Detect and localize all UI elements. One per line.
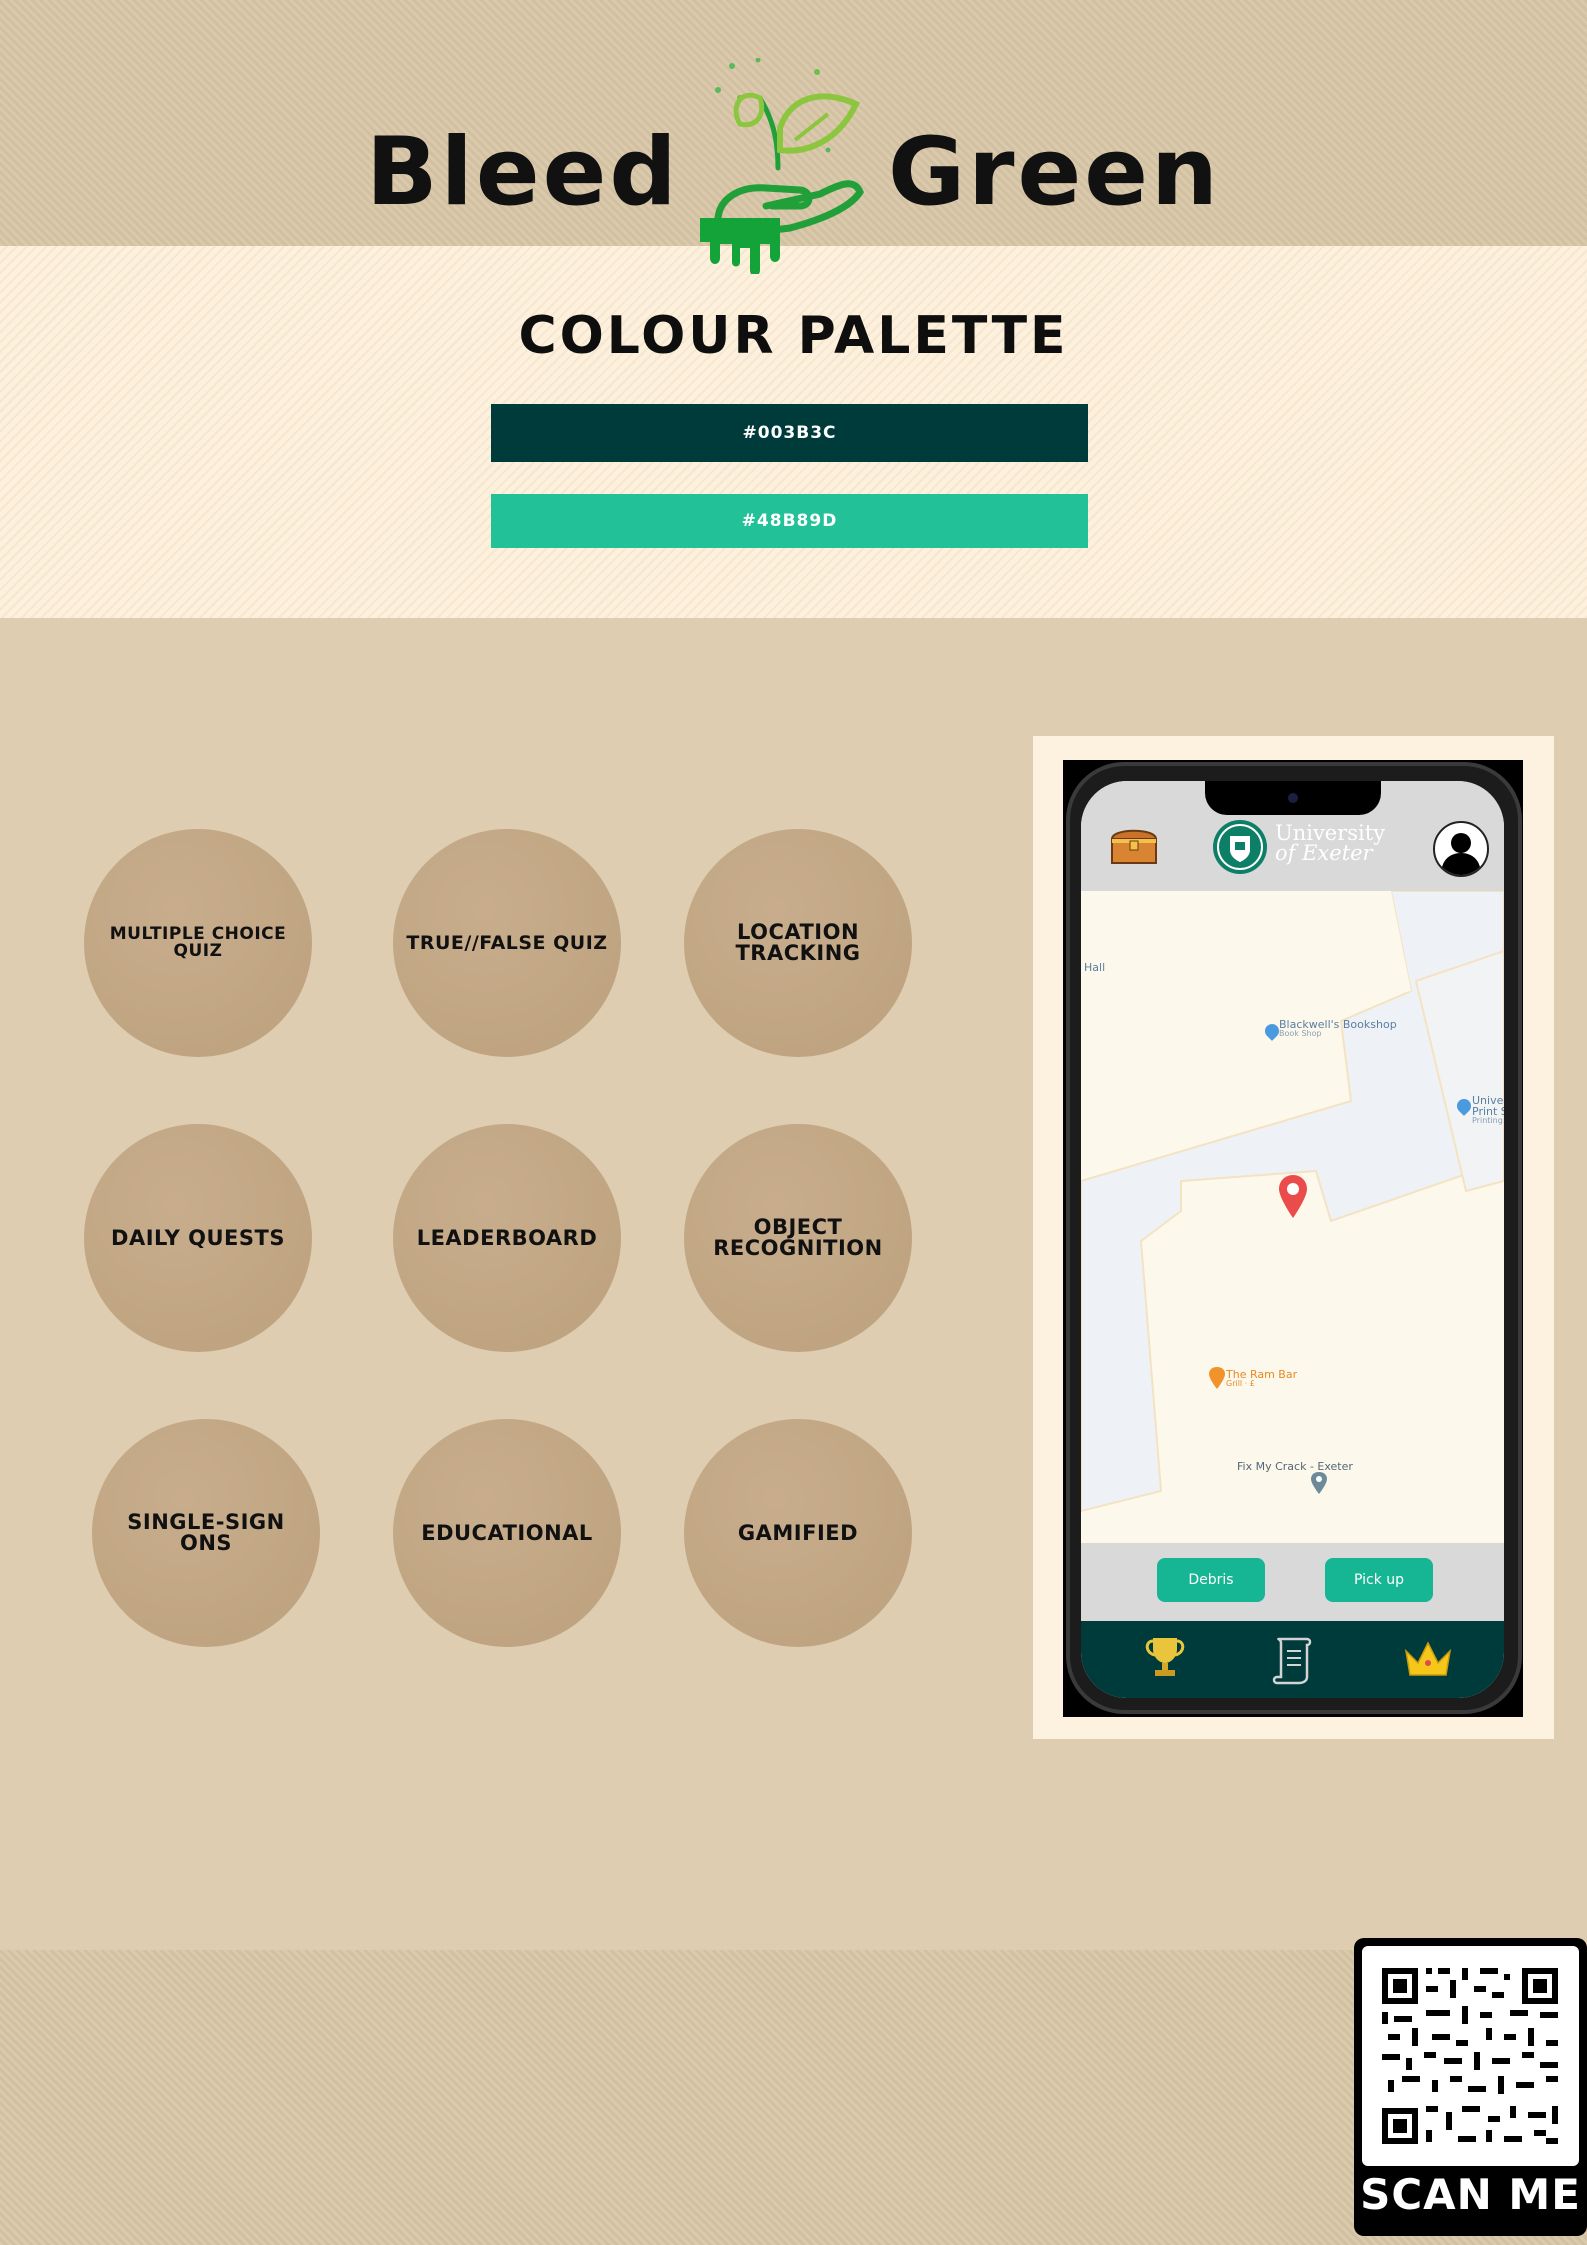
brand-header: Bleed Green [0,40,1587,274]
feature-circle: DAILY QUESTS [84,1124,312,1352]
feature-circle: MULTIPLE CHOICE QUIZ [84,829,312,1057]
color-swatch-accent: #48B89D [491,494,1088,548]
color-swatch-primary: #003B3C [491,404,1088,462]
current-location-pin-icon[interactable] [1277,1174,1309,1218]
map-label-print-shop[interactable]: Univer Print S Printing [1472,1095,1504,1125]
feature-label: TRUE//FALSE QUIZ [406,931,608,954]
qr-code-pattern-icon [1382,1968,1558,2144]
map-view[interactable]: Hall Blackwell's Bookshop Book Shop Univ… [1081,891,1504,1543]
bottom-nav-bar [1081,1621,1504,1698]
feature-circle: EDUCATIONAL [393,1419,621,1647]
feature-circle: LOCATION TRACKING [684,829,912,1057]
phone-notch [1205,781,1381,815]
map-label-fix-my-crack[interactable]: Fix My Crack - Exeter [1237,1460,1353,1473]
feature-circle: SINGLE-SIGN ONS [92,1419,320,1647]
feature-label: OBJECT RECOGNITION [713,1215,883,1260]
qr-code[interactable] [1362,1946,1579,2166]
action-bar: Debris Pick up [1081,1543,1504,1621]
treasure-chest-icon[interactable] [1109,825,1159,865]
plant-hand-logo-icon [700,58,864,274]
feature-circle: LEADERBOARD [393,1124,621,1352]
map-label-bookshop[interactable]: Blackwell's Bookshop Book Shop [1279,1019,1397,1038]
feature-label: LOCATION TRACKING [735,920,861,965]
map-label-hall: Hall [1084,961,1106,974]
map-label-ram-bar[interactable]: The Ram Bar Grill · £ [1226,1369,1297,1388]
qr-code-panel[interactable]: SCAN ME [1354,1938,1587,2236]
restaurant-pin-icon[interactable] [1209,1367,1225,1389]
scan-me-label: SCAN ME [1360,2170,1581,2219]
scroll-icon[interactable] [1271,1635,1317,1685]
feature-circle: OBJECT RECOGNITION [684,1124,912,1352]
swatch-label: #48B89D [741,511,838,531]
feature-label: GAMIFIED [737,1520,859,1545]
brand-word-right: Green [888,118,1221,227]
university-name: University of Exeter [1275,821,1386,865]
phone-screen: University of Exeter Hall Blackwell's Bo… [1081,781,1504,1698]
pickup-button[interactable]: Pick up [1325,1558,1433,1602]
feature-label: SINGLE-SIGN ONS [127,1510,285,1555]
shop-pin-icon[interactable] [1311,1472,1327,1494]
feature-label: MULTIPLE CHOICE QUIZ [109,924,287,961]
trophy-icon[interactable] [1142,1635,1188,1679]
university-crest-icon [1213,820,1267,874]
swatch-label: #003B3C [742,423,837,443]
feature-circle: GAMIFIED [684,1419,912,1647]
feature-label: DAILY QUESTS [111,1225,285,1250]
footer-band [0,1950,1587,2245]
camera-icon [1288,793,1298,803]
brand-word-left: Bleed [366,118,680,227]
feature-circle: TRUE//FALSE QUIZ [393,829,621,1057]
profile-icon[interactable] [1433,821,1489,877]
crown-icon[interactable] [1404,1641,1452,1677]
university-logo: University of Exeter [1213,819,1393,875]
debris-button[interactable]: Debris [1157,1558,1265,1602]
palette-title: COLOUR PALETTE [518,306,1069,366]
feature-label: LEADERBOARD [416,1225,598,1250]
feature-label: EDUCATIONAL [421,1520,593,1545]
